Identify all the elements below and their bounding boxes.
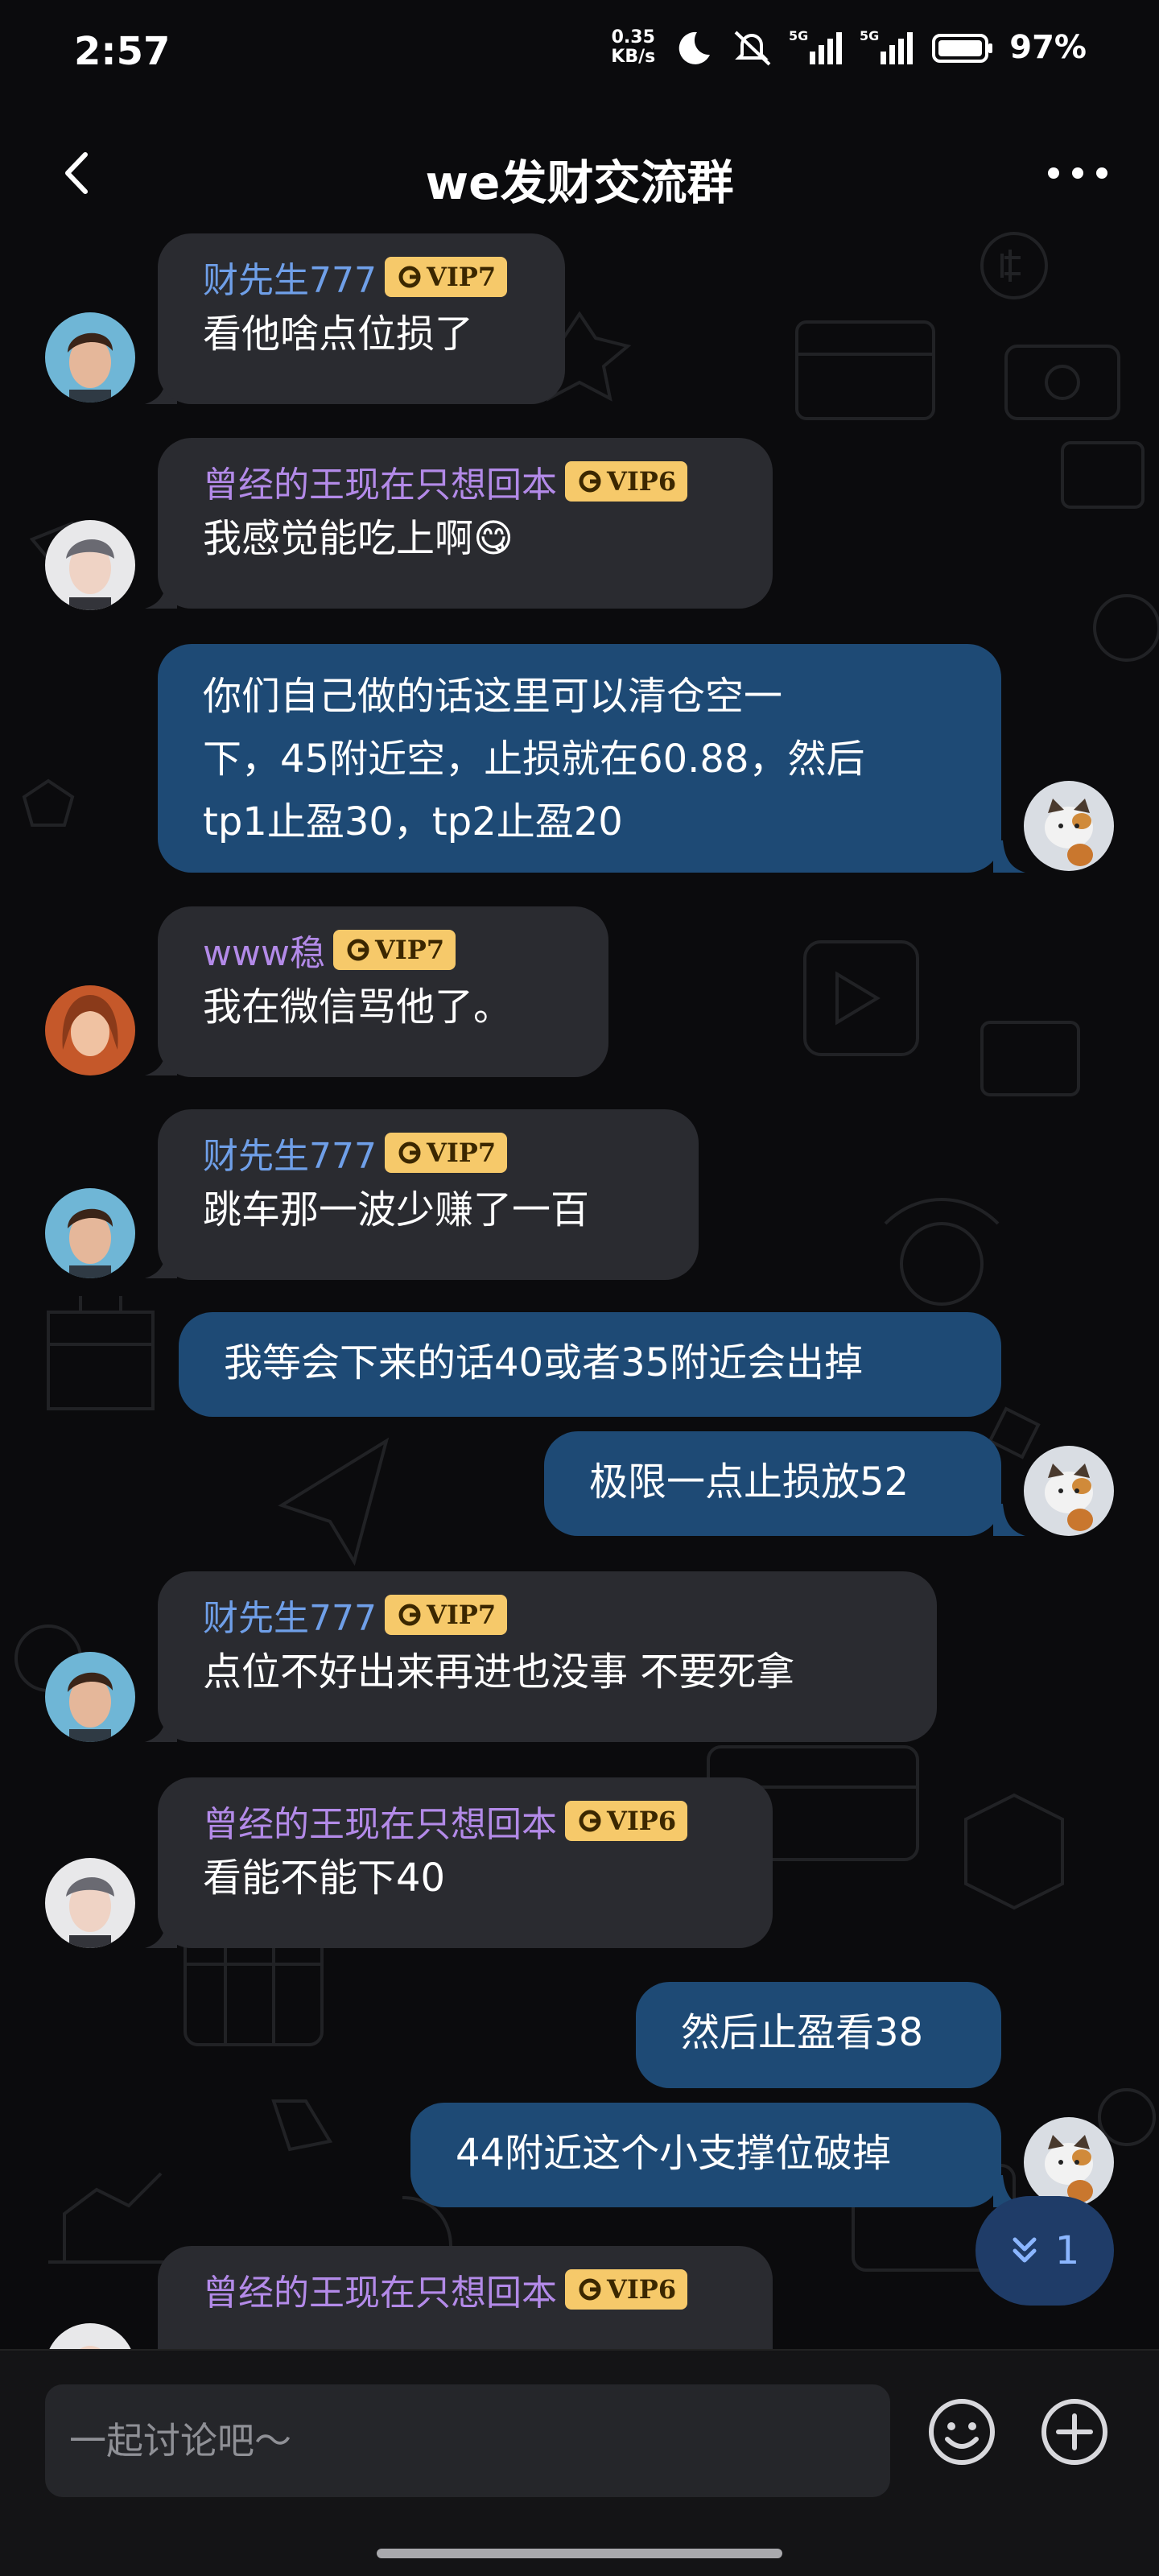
status-time: 2:57 xyxy=(74,29,171,74)
sender-name[interactable]: 财先生777 xyxy=(203,251,377,303)
avatar[interactable] xyxy=(45,1188,135,1278)
avatar-self[interactable] xyxy=(1024,2117,1114,2207)
message-bubble[interactable]: 财先生777 VIP7 看他啥点位损了 xyxy=(158,233,565,404)
battery-percentage: 97% xyxy=(1009,29,1087,66)
message-text: 点位不好出来再进也没事 不要死拿 xyxy=(203,1649,795,1695)
vip-level: VIP6 xyxy=(607,466,677,497)
vip-level: VIP6 xyxy=(607,2274,677,2305)
avatar-self[interactable] xyxy=(1024,781,1114,871)
home-indicator[interactable] xyxy=(377,2549,782,2558)
vip-badge: VIP7 xyxy=(384,257,508,297)
avatar-man-icon xyxy=(45,1858,135,1948)
network-speed: 0.35 KB/s xyxy=(611,28,655,67)
network-speed-unit: KB/s xyxy=(611,47,656,67)
avatar[interactable] xyxy=(45,520,135,610)
vip-level: VIP7 xyxy=(426,1137,497,1168)
vip-level: VIP7 xyxy=(426,1600,497,1630)
emoji-icon[interactable] xyxy=(926,2396,998,2468)
message-bubble[interactable]: 我等会下来的话40或者35附近会出掉 xyxy=(179,1312,1001,1417)
vip-badge: VIP7 xyxy=(332,930,456,970)
message-text: 你们自己做的话这里可以清仓空一 下，45附近空，止损就在60.88，然后 tp1… xyxy=(203,674,865,844)
sender-name[interactable]: www稳 xyxy=(203,924,325,976)
avatar-man-icon xyxy=(45,2323,135,2349)
signal-label-2: 5G xyxy=(860,28,879,43)
vip-crown-icon xyxy=(398,1604,421,1626)
avatar-cat-icon xyxy=(1024,781,1114,871)
avatar[interactable] xyxy=(45,1652,135,1742)
message-text: 我等会下来的话40或者35附近会出掉 xyxy=(224,1340,864,1385)
message-text: 我感觉能吃上啊😋 xyxy=(203,516,514,561)
message-text: 跳车那一波少赚了一百 xyxy=(203,1187,590,1232)
network-speed-value: 0.35 xyxy=(611,27,655,47)
double-chevron-down-icon xyxy=(1013,2237,1037,2263)
vip-crown-icon xyxy=(579,470,601,493)
vip-crown-icon xyxy=(579,1810,601,1832)
vip-crown-icon xyxy=(398,266,421,288)
chat-title: we发财交流群 xyxy=(425,155,734,210)
vip-level: VIP7 xyxy=(426,262,497,292)
moon-icon xyxy=(678,31,711,64)
vip-badge: VIP7 xyxy=(384,1595,508,1635)
avatar[interactable] xyxy=(45,985,135,1075)
message-text: 我在微信骂他了。 xyxy=(203,985,513,1030)
sender-name[interactable]: 财先生777 xyxy=(203,1127,377,1179)
avatar-self[interactable] xyxy=(1024,1446,1114,1536)
bubble-tail xyxy=(993,1504,1025,1536)
message-text: 极限一点止损放52 xyxy=(589,1459,909,1505)
bubble-tail xyxy=(993,840,1025,873)
chat-header: we发财交流群 xyxy=(0,121,1159,225)
avatar-man-icon xyxy=(45,1652,135,1742)
avatar[interactable] xyxy=(45,312,135,402)
vip-badge: VIP6 xyxy=(565,2269,688,2310)
message-bubble[interactable]: 曾经的王现在只想回本 VIP6 看能不能下40 xyxy=(158,1777,773,1948)
vip-level: VIP6 xyxy=(607,1806,677,1836)
mute-icon xyxy=(734,31,771,66)
message-bubble[interactable]: 财先生777 VIP7 点位不好出来再进也没事 不要死拿 xyxy=(158,1571,937,1742)
avatar-man-icon xyxy=(45,1188,135,1278)
avatar-man-icon xyxy=(45,312,135,402)
message-text: 看他啥点位损了 xyxy=(203,312,474,357)
battery-icon xyxy=(932,34,993,63)
vip-crown-icon xyxy=(398,1141,421,1164)
sender-name[interactable]: 财先生777 xyxy=(203,1589,377,1641)
unread-count: 1 xyxy=(1054,2228,1080,2273)
more-dots-icon[interactable] xyxy=(1041,145,1114,201)
unread-messages-button[interactable]: 1 xyxy=(975,2196,1114,2306)
avatar-woman-icon xyxy=(45,985,135,1075)
sender-name[interactable]: 曾经的王现在只想回本 xyxy=(203,456,557,507)
signal-icon-2: 5G xyxy=(860,28,914,64)
message-bubble[interactable]: 44附近这个小支撑位破掉 xyxy=(410,2103,1001,2207)
vip-level: VIP7 xyxy=(374,935,445,965)
message-bubble[interactable]: 曾经的王现在只想回本 VIP6 xyxy=(158,2246,773,2349)
message-bubble[interactable]: 你们自己做的话这里可以清仓空一 下，45附近空，止损就在60.88，然后 tp1… xyxy=(158,644,1001,873)
plus-circle-icon[interactable] xyxy=(1038,2396,1111,2468)
message-bubble[interactable]: 极限一点止损放52 xyxy=(544,1431,1001,1536)
avatar-cat-icon xyxy=(1024,2117,1114,2207)
avatar[interactable] xyxy=(45,2323,135,2349)
signal-icon-1: 5G xyxy=(789,28,843,64)
message-text: 然后止盈看38 xyxy=(681,2010,924,2055)
message-bubble[interactable]: 然后止盈看38 xyxy=(636,1982,1001,2088)
message-input-bar: 一起讨论吧～ xyxy=(0,2349,1159,2576)
message-bubble[interactable]: 曾经的王现在只想回本 VIP6 我感觉能吃上啊😋 xyxy=(158,438,773,609)
message-input[interactable]: 一起讨论吧～ xyxy=(45,2384,890,2497)
avatar[interactable] xyxy=(45,1858,135,1948)
signal-label-1: 5G xyxy=(789,28,808,43)
sender-name[interactable]: 曾经的王现在只想回本 xyxy=(203,1795,557,1847)
vip-badge: VIP7 xyxy=(384,1133,508,1173)
avatar-cat-icon xyxy=(1024,1446,1114,1536)
message-text: 看能不能下40 xyxy=(203,1856,446,1901)
status-icons: 0.35 KB/s 5G 5G 97% xyxy=(611,27,1087,68)
vip-crown-icon xyxy=(579,2278,601,2301)
vip-badge: VIP6 xyxy=(565,461,688,502)
message-bubble[interactable]: 财先生777 VIP7 跳车那一波少赚了一百 xyxy=(158,1109,699,1280)
message-bubble[interactable]: www稳 VIP7 我在微信骂他了。 xyxy=(158,906,608,1077)
sender-name[interactable]: 曾经的王现在只想回本 xyxy=(203,2264,557,2315)
avatar-man-icon xyxy=(45,520,135,610)
status-bar: 2:57 0.35 KB/s 5G 5G 97% xyxy=(0,0,1159,105)
message-text: 44附近这个小支撑位破掉 xyxy=(456,2131,892,2176)
vip-crown-icon xyxy=(347,939,369,961)
vip-badge: VIP6 xyxy=(565,1801,688,1841)
